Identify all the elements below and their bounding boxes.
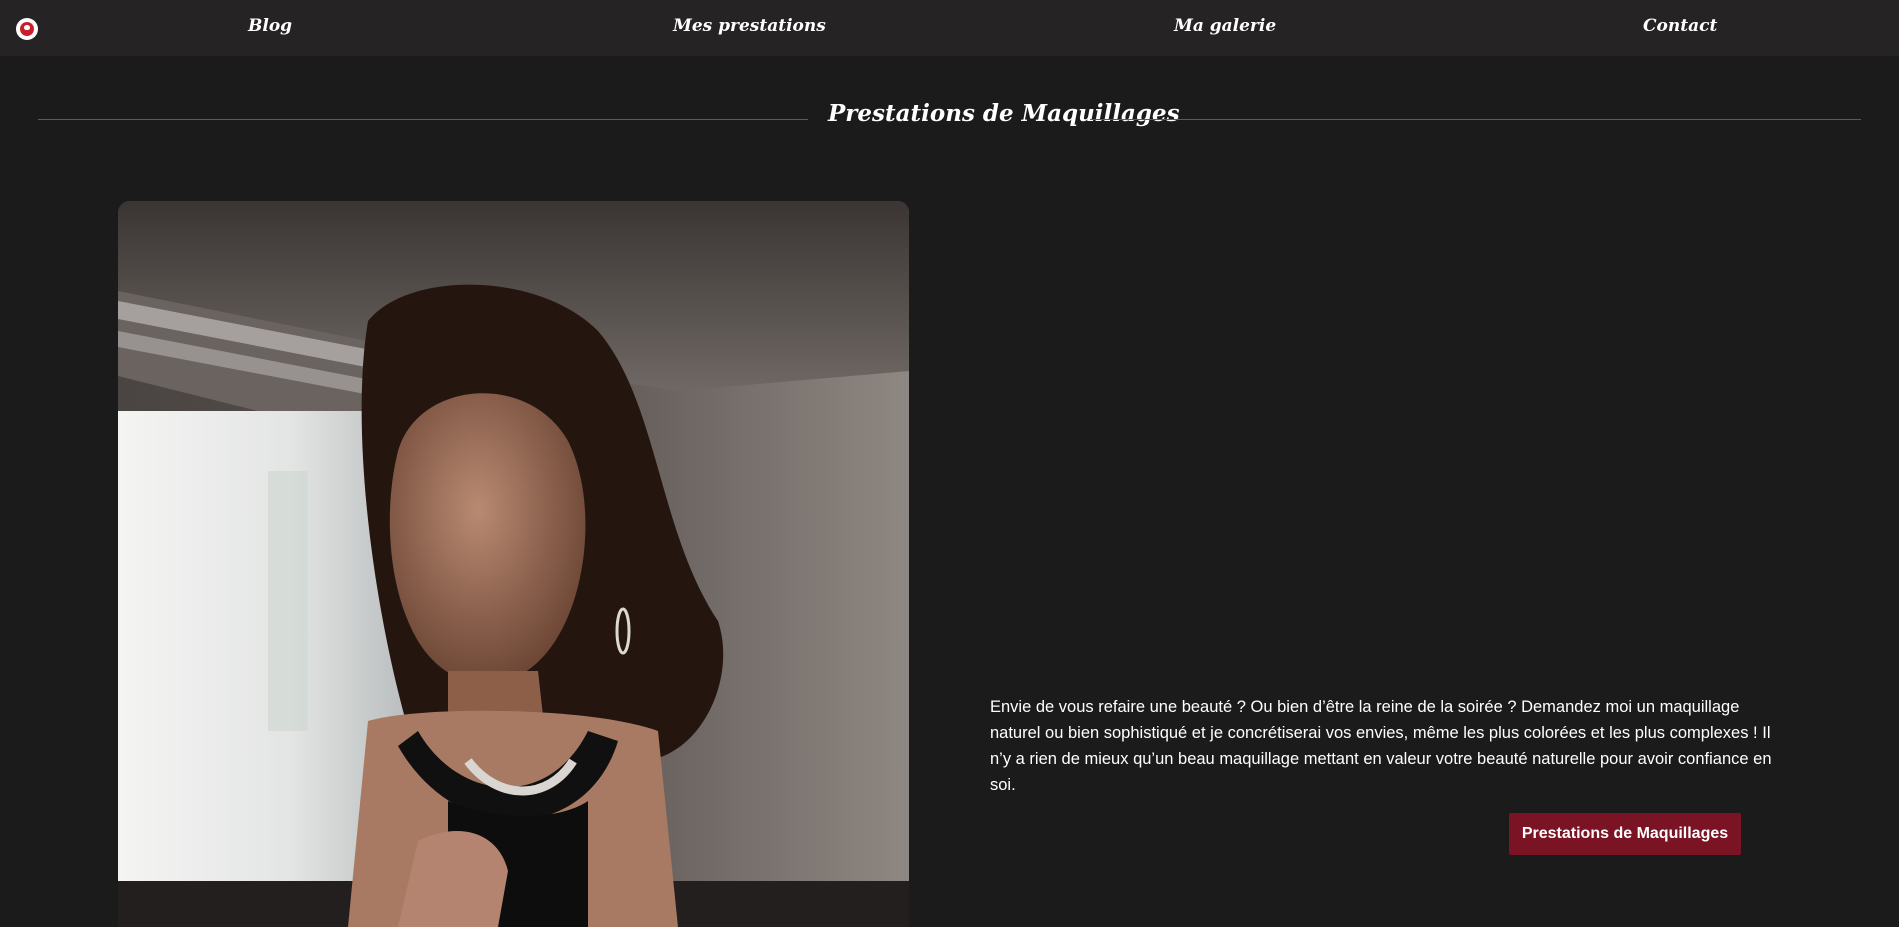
top-navbar: Blog Mes prestations Ma galerie Contact <box>0 0 1899 56</box>
nav-item-contact[interactable]: Contact <box>1643 16 1717 36</box>
woman-portrait-photo <box>118 201 909 927</box>
prestations-maquillages-button[interactable]: Prestations de Maquillages <box>1509 813 1741 855</box>
logo-mark <box>20 22 34 36</box>
nav-item-ma-galerie[interactable]: Ma galerie <box>1174 16 1276 36</box>
title-divider-right <box>1090 119 1861 120</box>
services-description: Envie de vous refaire une beauté ? Ou bi… <box>990 698 1772 794</box>
nav-item-blog[interactable]: Blog <box>248 16 292 36</box>
lipstick-logo-icon[interactable] <box>16 18 38 40</box>
section-title-row: Prestations de Maquillages <box>38 96 1861 144</box>
title-divider-left <box>38 119 808 120</box>
section-title: Prestations de Maquillages <box>828 100 1180 127</box>
nav-item-mes-prestations[interactable]: Mes prestations <box>673 16 826 36</box>
